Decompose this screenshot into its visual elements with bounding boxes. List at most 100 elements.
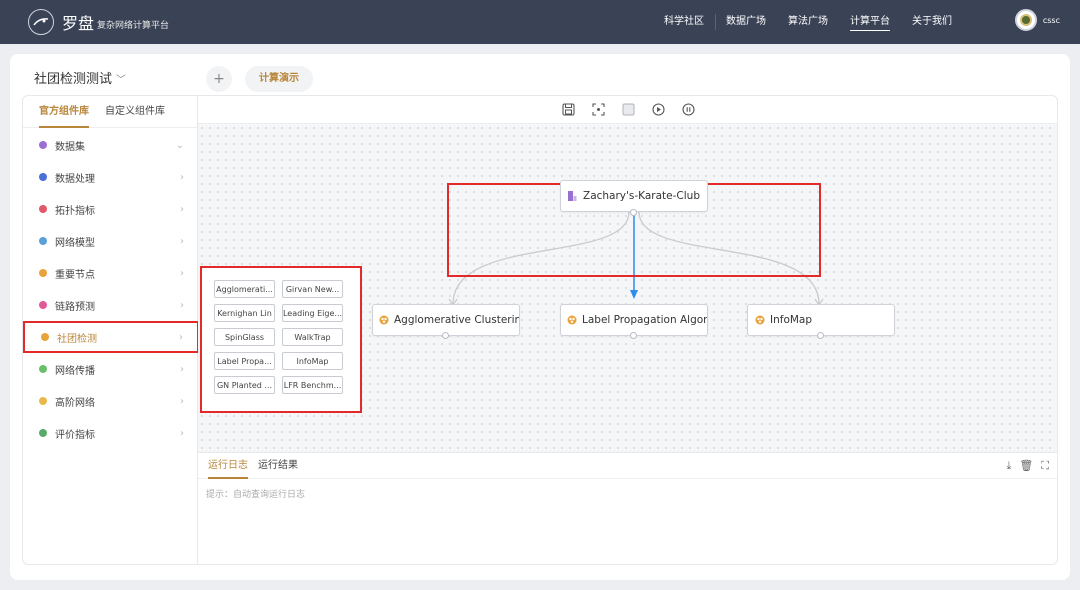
sidebar-item-evaluation[interactable]: 评价指标 › [23, 417, 198, 449]
evaluation-icon [37, 427, 49, 439]
sidebar-item-link-predict[interactable]: 链路预测 › [23, 289, 198, 321]
component-chip[interactable]: LFR Benchm... [282, 376, 343, 394]
sidebar-item-label: 拓扑指标 [55, 205, 95, 217]
community-icon [754, 315, 765, 326]
chevron-right-icon: › [180, 395, 184, 407]
fit-view-icon[interactable] [591, 102, 607, 118]
key-node-icon [37, 267, 49, 279]
output-port[interactable] [442, 332, 449, 339]
chevron-right-icon: › [180, 299, 184, 311]
tab-custom-components[interactable]: 自定义组件库 [105, 96, 165, 128]
component-chip[interactable]: Agglomerati... [214, 280, 275, 298]
dataset-icon [37, 139, 49, 151]
component-chip[interactable]: SpinGlass [214, 328, 275, 346]
chevron-right-icon: › [180, 363, 184, 375]
tab-run-result[interactable]: 运行结果 [258, 453, 298, 479]
sidebar-item-label: 高阶网络 [55, 397, 95, 409]
canvas-grid[interactable]: Zachary's-Karate-Club Agglomerative Clus… [198, 124, 1057, 452]
nav-data-square[interactable]: 数据广场 [715, 0, 766, 44]
tab-run-log[interactable]: 运行日志 [208, 453, 248, 479]
sidebar-item-data-process[interactable]: 数据处理 › [23, 161, 198, 193]
nav-compute-platform[interactable]: 计算平台 [850, 0, 890, 44]
trash-icon[interactable]: 🗑︎ [1019, 459, 1033, 473]
component-chip[interactable]: GN Planted ... [214, 376, 275, 394]
sidebar-item-label: 网络模型 [55, 237, 95, 249]
sidebar-item-label: 数据集 [55, 141, 85, 153]
chevron-right-icon: › [180, 203, 184, 215]
canvas-area: Zachary's-Karate-Club Agglomerative Clus… [198, 96, 1057, 564]
sidebar-item-spread[interactable]: 网络传播 › [23, 353, 198, 385]
chevron-right-icon: › [180, 267, 184, 279]
component-chip[interactable]: InfoMap [282, 352, 343, 370]
community-icon [379, 315, 389, 326]
main-card: 社团检测测试 ﹀ + 计算演示 官方组件库 自定义组件库 数据集 ⌄ 数据处理 › 拓扑指… [10, 54, 1070, 580]
spread-icon [37, 363, 49, 375]
chevron-right-icon: › [179, 331, 183, 343]
chevron-down-icon: ﹀ [116, 75, 127, 86]
main-nav: 科学社区 数据广场 算法广场 计算平台 关于我们 [642, 0, 952, 44]
high-order-icon [37, 395, 49, 407]
community-components-popup: Agglomerati... Girvan New... Kernighan Lin… [200, 266, 362, 413]
node-label: Zachary's-Karate-Club [583, 190, 700, 202]
sidebar-item-label: 评价指标 [55, 429, 95, 441]
top-nav-bar: 罗盘 复杂网络计算平台 科学社区 数据广场 算法广场 计算平台 关于我们 css… [0, 0, 1080, 44]
sidebar-item-label: 数据处理 [55, 173, 95, 185]
network-model-icon [37, 235, 49, 247]
component-chip[interactable]: Kernighan Lin [214, 304, 275, 322]
project-title-dropdown[interactable]: 社团检测测试 ﹀ [34, 68, 126, 87]
logo-subtitle: 复杂网络计算平台 [97, 21, 170, 31]
sidebar-item-key-node[interactable]: 重要节点 › [23, 257, 198, 289]
component-chip[interactable]: Leading Eige... [282, 304, 343, 322]
arrow-head-icon [630, 290, 638, 299]
compass-logo-icon [28, 9, 54, 35]
compute-demo-button[interactable]: 计算演示 [245, 66, 313, 92]
community-icon [567, 315, 577, 326]
save-icon[interactable] [561, 102, 577, 118]
data-process-icon [37, 171, 49, 183]
sidebar-tabs: 官方组件库 自定义组件库 [23, 96, 197, 128]
sidebar-item-label: 社团检测 [57, 333, 97, 345]
logo[interactable]: 罗盘 复杂网络计算平台 [28, 9, 169, 35]
stop-icon[interactable] [621, 102, 637, 118]
component-chip[interactable]: Label Propa... [214, 352, 275, 370]
output-port[interactable] [630, 209, 637, 216]
component-sidebar: 官方组件库 自定义组件库 数据集 ⌄ 数据处理 › 拓扑指标 › 网络模型 › 重要节点 › 链路预… [23, 96, 199, 564]
node-label: Label Propagation Algorith [582, 314, 708, 326]
chevron-right-icon: › [180, 171, 184, 183]
user-menu[interactable]: cssc [1014, 9, 1060, 31]
chevron-right-icon: › [180, 427, 184, 439]
output-port[interactable] [817, 332, 824, 339]
sidebar-item-community[interactable]: 社团检测 › [23, 321, 199, 353]
output-port[interactable] [630, 332, 637, 339]
link-predict-icon [37, 299, 49, 311]
avatar [1014, 9, 1037, 31]
project-title: 社团检测测试 [34, 72, 113, 87]
sidebar-item-network-model[interactable]: 网络模型 › [23, 225, 198, 257]
run-icon[interactable] [651, 102, 667, 118]
download-icon[interactable]: ⤓ [1006, 459, 1011, 473]
topology-icon [37, 203, 49, 215]
sidebar-item-label: 链路预测 [55, 301, 95, 313]
component-chip[interactable]: WalkTrap [282, 328, 343, 346]
nav-about-us[interactable]: 关于我们 [912, 0, 952, 44]
nav-science-community[interactable]: 科学社区 [664, 0, 704, 44]
log-hint: 提示：自动查询运行日志 [206, 490, 306, 500]
workspace: 官方组件库 自定义组件库 数据集 ⌄ 数据处理 › 拓扑指标 › 网络模型 › 重要节点 › 链路预… [22, 95, 1058, 565]
logo-title: 罗盘 [62, 14, 95, 33]
nav-algorithm-square[interactable]: 算法广场 [788, 0, 828, 44]
dataset-icon [567, 191, 578, 202]
sidebar-item-label: 重要节点 [55, 269, 95, 281]
component-chip[interactable]: Girvan New... [282, 280, 343, 298]
user-name: cssc [1042, 15, 1060, 25]
sidebar-item-topology[interactable]: 拓扑指标 › [23, 193, 198, 225]
sidebar-item-high-order[interactable]: 高阶网络 › [23, 385, 198, 417]
sidebar-item-dataset[interactable]: 数据集 ⌄ [23, 129, 198, 161]
pause-icon[interactable] [681, 102, 697, 118]
fullscreen-icon[interactable]: ⛶ [1041, 459, 1049, 473]
canvas-toolbar [198, 96, 1057, 124]
node-label: InfoMap [770, 314, 813, 326]
add-project-button[interactable]: + [206, 66, 232, 92]
log-tabs: 运行日志 运行结果 ⤓ 🗑︎ ⛶ [198, 453, 1057, 479]
node-dataset-source[interactable]: Zachary's-Karate-Club [560, 180, 708, 212]
tab-official-components[interactable]: 官方组件库 [39, 96, 89, 128]
